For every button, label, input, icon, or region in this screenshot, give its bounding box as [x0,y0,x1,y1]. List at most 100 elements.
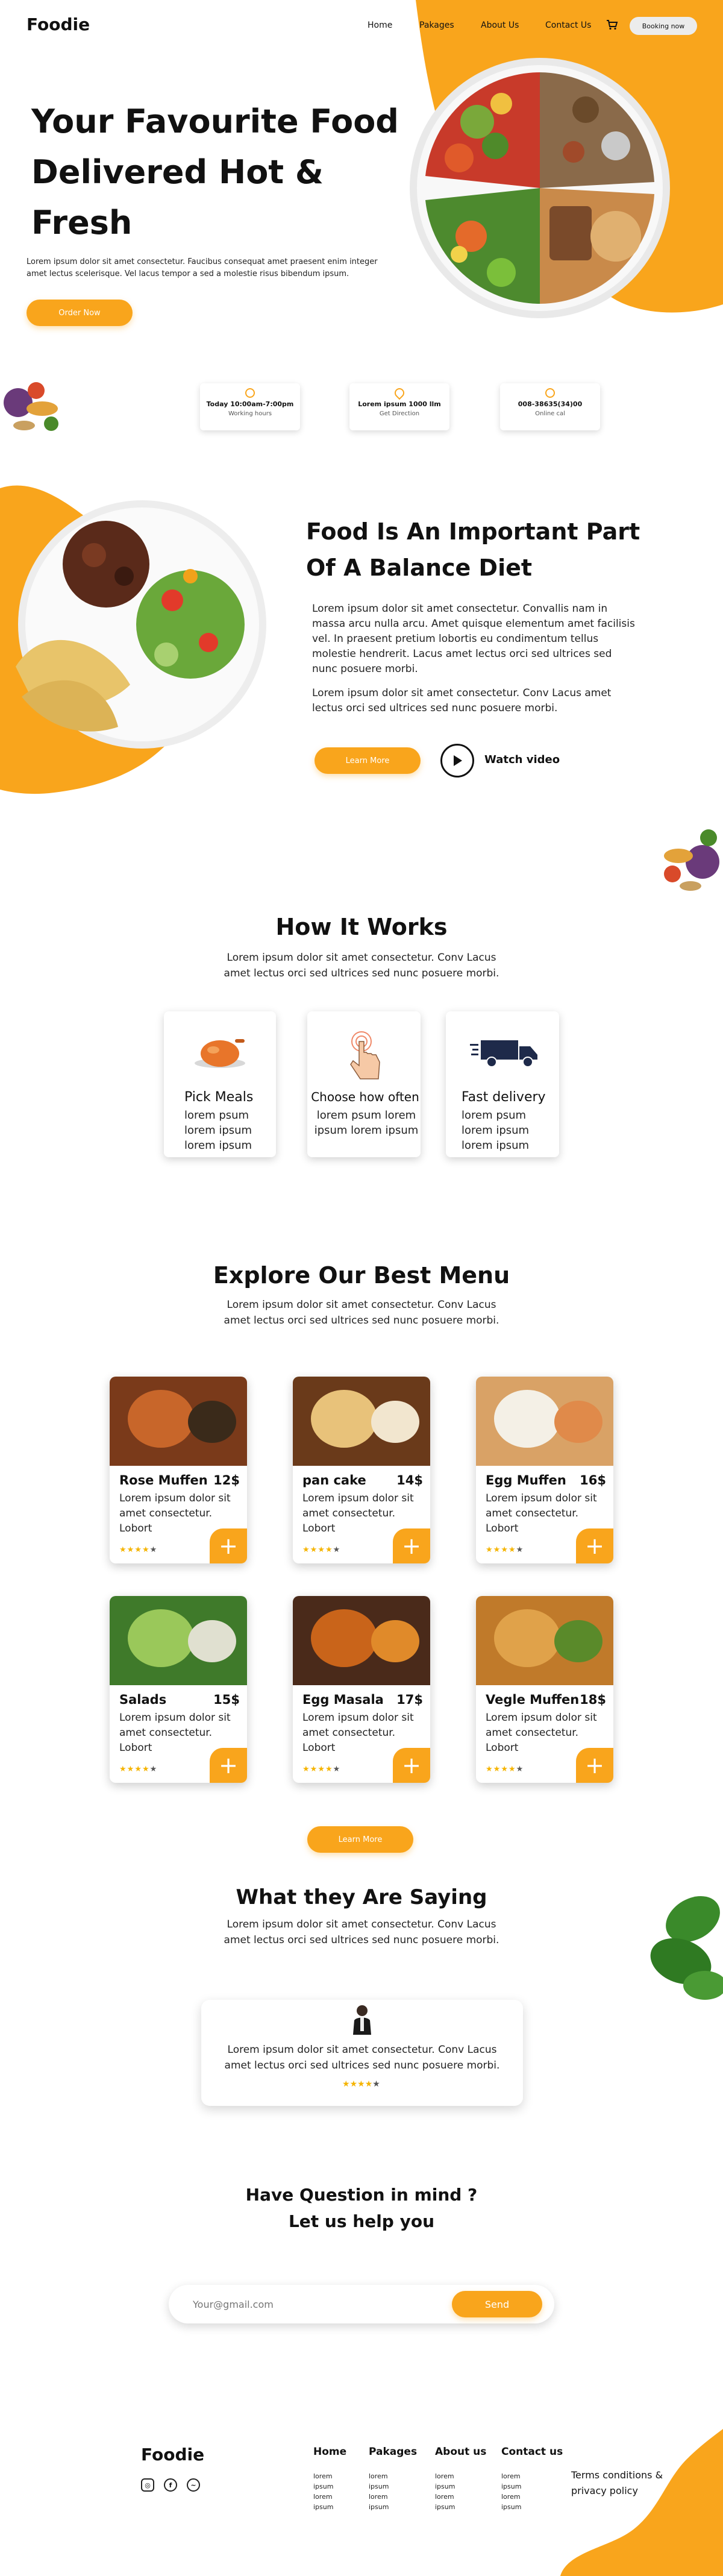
star-icon: ★ [357,2079,365,2089]
star-icon: ★ [127,1545,135,1554]
footer-col-contact: Contact us lorem ipsum lorem ipsum [501,2446,563,2512]
menu-card[interactable]: Vegle Muffen 18$ Lorem ipsum dolor sit ame… [476,1596,613,1783]
menu-item-rating: ★★★★★ [486,1545,524,1554]
how-it-works-title: How It Works [275,914,448,940]
cart-icon[interactable] [606,19,618,30]
testimonials-title: What they Are Saying [236,1885,487,1909]
footer-link[interactable]: ipsum [501,2502,563,2512]
diet-title-line-1: Food Is An Important Part [306,518,640,545]
star-icon: ★ [302,1765,310,1774]
email-input[interactable] [193,2295,422,2314]
booking-button[interactable]: Booking now [630,17,697,35]
menu-card[interactable]: Rose Muffen 12$ Lorem ipsum dolor sit amet… [110,1377,247,1563]
how-card-choose: Choose how often lorem psum lorem ipsum … [307,1011,421,1157]
footer-link[interactable]: lorem [313,2492,346,2502]
star-icon: ★ [149,1545,158,1554]
menu-card[interactable]: pan cake 14$ Lorem ipsum dolor sit amet co… [293,1377,430,1563]
star-icon: ★ [516,1765,524,1774]
menu-item-name: pan cake [302,1473,366,1487]
contact-title-line-1: Have Question in mind ? [245,2185,478,2205]
terms-line-2: privacy policy [571,2485,638,2496]
menu-item-photo [476,1377,613,1466]
diet-food-plate-image [16,500,266,749]
menu-learn-more-button[interactable]: Learn More [307,1826,413,1853]
address-text: Lorem ipsum 1000 llm [358,400,441,408]
diet-paragraph-1: Lorem ipsum dolor sit amet consectetur. … [312,603,635,675]
footer-link[interactable]: lorem [501,2492,563,2502]
instagram-icon[interactable]: ◎ [141,2478,154,2492]
phone-icon [545,388,555,398]
star-icon: ★ [342,2079,350,2089]
how-card-pick-meals: Pick Meals lorem psum lorem ipsum lorem … [164,1011,276,1157]
footer-link[interactable]: ipsum [435,2502,486,2512]
menu-item-rating: ★★★★★ [119,1545,157,1554]
play-video-icon[interactable] [440,744,474,778]
brand-logo[interactable]: Foodie [27,14,90,34]
order-now-button[interactable]: Order Now [27,300,133,326]
add-to-cart-button[interactable]: + [210,1528,247,1563]
star-icon: ★ [486,1545,493,1554]
star-icon: ★ [134,1765,142,1774]
pick-meals-line-1: lorem psum [184,1109,249,1122]
info-card-phone[interactable]: 008-38635(34)00 Online cal [500,383,600,430]
footer-link[interactable]: lorem [369,2471,417,2481]
menu-item-name: Egg Masala [302,1692,384,1707]
footer-link[interactable]: ipsum [313,2481,346,2492]
add-to-cart-button[interactable]: + [576,1748,613,1783]
footer-link[interactable]: lorem [435,2471,486,2481]
footer-orange-blob [560,2429,723,2576]
diet-paragraph-2: Lorem ipsum dolor sit amet consectetur. … [312,687,612,714]
roast-chicken-icon [195,1039,245,1068]
add-to-cart-button[interactable]: + [393,1528,430,1563]
footer-link[interactable]: lorem [435,2492,486,2502]
footer-link[interactable]: lorem [369,2492,417,2502]
messenger-icon[interactable]: ~ [187,2478,200,2492]
footer-col-home: Home lorem ipsum lorem ipsum [313,2446,346,2512]
get-direction-link[interactable]: Get Direction [349,410,449,417]
footer-link[interactable]: ipsum [435,2481,486,2492]
menu-card[interactable]: Salads 15$ Lorem ipsum dolor sit amet cons… [110,1596,247,1783]
choose-text: lorem psum lorem ipsum lorem ipsum [312,1108,421,1138]
diet-learn-more-button[interactable]: Learn More [315,747,421,774]
online-call-label: Online cal [535,410,565,417]
nav-about[interactable]: About Us [481,20,519,30]
menu-item-rating: ★★★★★ [486,1765,524,1774]
add-to-cart-button[interactable]: + [393,1748,430,1783]
menu-item-price: 17$ [396,1692,423,1707]
footer-link[interactable]: lorem [501,2471,563,2481]
star-icon: ★ [142,1545,150,1554]
menu-item-name: Vegle Muffen [486,1692,580,1707]
nav-contact[interactable]: Contact Us [545,20,591,30]
info-card-location[interactable]: Lorem ipsum 1000 llm Get Direction [349,383,449,430]
star-icon: ★ [318,1545,325,1554]
footer-col-packages: Pakages lorem ipsum lorem ipsum [369,2446,417,2512]
nav-home[interactable]: Home [368,20,392,30]
terms-link[interactable]: Terms conditions & privacy policy [571,2468,663,2499]
menu-item-photo [110,1377,247,1466]
testimonial-quote: Lorem ipsum dolor sit amet consectetur. … [224,2044,500,2072]
footer-link[interactable]: ipsum [369,2502,417,2512]
fast-delivery-title: Fast delivery [462,1090,546,1105]
star-icon: ★ [119,1765,127,1774]
nav-packages[interactable]: Pakages [419,20,454,30]
pick-meals-line-3: lorem ipsum [184,1139,252,1152]
facebook-icon[interactable]: f [164,2478,177,2492]
watch-video-link[interactable]: Watch video [484,753,560,766]
add-to-cart-button[interactable]: + [210,1748,247,1783]
contact-title: Have Question in mind ? Let us help you [0,2182,723,2235]
star-icon: ★ [119,1545,127,1554]
hero-title: Your Favourite Food Delivered Hot & Fres… [31,96,417,248]
add-to-cart-button[interactable]: + [576,1528,613,1563]
menu-item-rating: ★★★★★ [119,1765,157,1774]
send-button[interactable]: Send [452,2291,542,2317]
menu-card[interactable]: Egg Masala 17$ Lorem ipsum dolor sit amet … [293,1596,430,1783]
footer-link[interactable]: lorem [313,2471,346,2481]
newsletter-form: Send [169,2285,554,2323]
fast-delivery-text: lorem psum lorem ipsum lorem ipsum [462,1108,529,1153]
menu-card[interactable]: Egg Muffen 16$ Lorem ipsum dolor sit amet … [476,1377,613,1563]
footer-link[interactable]: ipsum [501,2481,563,2492]
footer-link[interactable]: ipsum [313,2502,346,2512]
footer-link[interactable]: ipsum [369,2481,417,2492]
footer-brand[interactable]: Foodie [141,2445,204,2464]
terms-line-1: Terms conditions & [571,2469,663,2481]
